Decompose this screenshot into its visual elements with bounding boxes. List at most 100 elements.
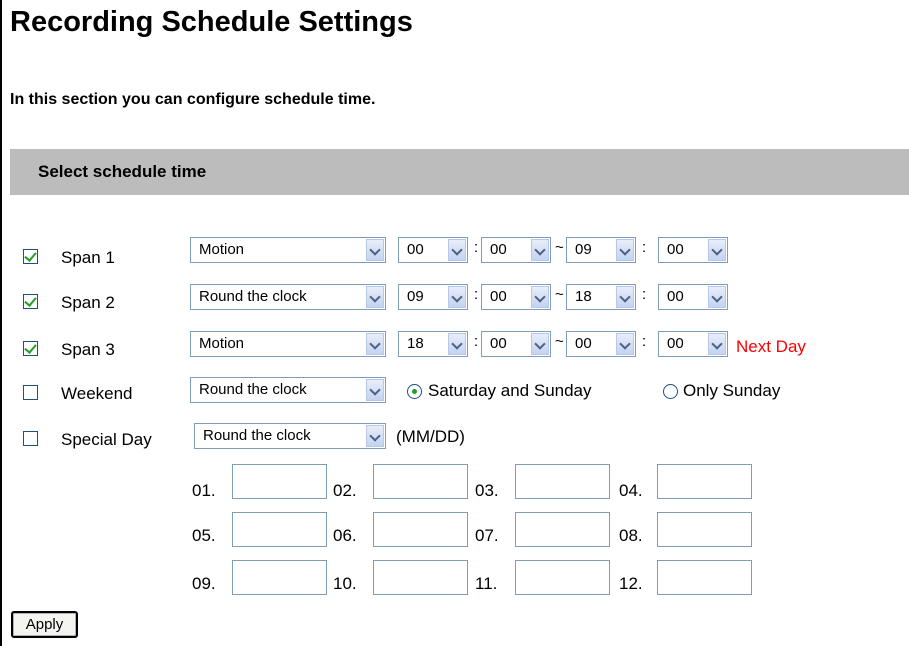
span-1-start-hour-value: 00 — [407, 241, 424, 258]
day-label-04: 04. — [619, 481, 643, 500]
day-label-05: 05. — [192, 526, 216, 545]
special-day-mode-value: Round the clock — [203, 427, 311, 444]
span-3-start-hour-value: 18 — [407, 335, 424, 352]
section-title: Select schedule time — [38, 162, 207, 181]
weekend-mode-select[interactable]: Round the clock — [190, 377, 386, 403]
span-1-checkbox[interactable] — [23, 249, 38, 264]
date-format-hint: (MM/DD) — [396, 427, 465, 446]
day-label-02: 02. — [333, 481, 357, 500]
span-1-end-min-value: 00 — [667, 241, 684, 258]
span-2-label: Span 2 — [61, 293, 115, 312]
intro-text: In this section you can configure schedu… — [10, 91, 376, 108]
tilde-separator: ~ — [555, 333, 564, 350]
page-left-border — [0, 0, 2, 646]
span-2-mode-value: Round the clock — [199, 288, 307, 305]
special-day-checkbox[interactable] — [23, 431, 38, 446]
special-day-label: Special Day — [61, 430, 152, 449]
day-input-05[interactable] — [232, 512, 327, 547]
span-1-end-min-select[interactable]: 00 — [658, 237, 728, 263]
chevron-down-icon — [366, 333, 384, 355]
radio-saturday-sunday[interactable] — [407, 384, 422, 399]
radio-only-sunday[interactable] — [663, 384, 678, 399]
chevron-down-icon — [366, 286, 384, 308]
span-2-start-min-value: 00 — [490, 288, 507, 305]
chevron-down-icon — [366, 379, 384, 401]
span-2-start-min-select[interactable]: 00 — [481, 284, 551, 310]
weekend-label: Weekend — [61, 384, 133, 403]
span-1-start-hour-select[interactable]: 00 — [398, 237, 468, 263]
span-3-start-min-select[interactable]: 00 — [481, 331, 551, 357]
span-2-start-hour-select[interactable]: 09 — [398, 284, 468, 310]
chevron-down-icon — [366, 425, 384, 447]
span-3-checkbox[interactable] — [23, 341, 38, 356]
day-label-03: 03. — [475, 481, 499, 500]
weekend-mode-value: Round the clock — [199, 381, 307, 398]
day-label-09: 09. — [192, 574, 216, 593]
day-input-10[interactable] — [373, 560, 468, 595]
radio-only-sunday-label: Only Sunday — [683, 381, 781, 400]
chevron-down-icon — [531, 286, 549, 308]
day-input-11[interactable] — [515, 560, 610, 595]
chevron-down-icon — [616, 286, 634, 308]
day-label-01: 01. — [192, 481, 216, 500]
span-1-mode-value: Motion — [199, 241, 245, 258]
day-label-06: 06. — [333, 526, 357, 545]
colon-separator: : — [474, 333, 479, 350]
colon-separator: : — [474, 239, 479, 256]
chevron-down-icon — [531, 333, 549, 355]
span-1-end-hour-value: 09 — [575, 241, 592, 258]
span-2-end-min-value: 00 — [667, 288, 684, 305]
chevron-down-icon — [531, 239, 549, 261]
span-1-start-min-select[interactable]: 00 — [481, 237, 551, 263]
radio-saturday-sunday-label: Saturday and Sunday — [428, 381, 592, 400]
day-label-10: 10. — [333, 574, 357, 593]
span-1-end-hour-select[interactable]: 09 — [566, 237, 636, 263]
day-input-07[interactable] — [515, 512, 610, 547]
colon-separator: : — [474, 286, 479, 303]
chevron-down-icon — [616, 333, 634, 355]
day-input-09[interactable] — [232, 560, 327, 595]
chevron-down-icon — [708, 239, 726, 261]
day-label-11: 11. — [475, 574, 498, 593]
span-2-mode-select[interactable]: Round the clock — [190, 284, 386, 310]
colon-separator: : — [642, 333, 647, 350]
chevron-down-icon — [616, 239, 634, 261]
special-day-mode-select[interactable]: Round the clock — [194, 423, 386, 449]
chevron-down-icon — [448, 333, 466, 355]
chevron-down-icon — [366, 239, 384, 261]
span-2-start-hour-value: 09 — [407, 288, 424, 305]
span-3-mode-select[interactable]: Motion — [190, 331, 386, 357]
day-input-08[interactable] — [657, 512, 752, 547]
day-input-04[interactable] — [657, 464, 752, 499]
span-1-mode-select[interactable]: Motion — [190, 237, 386, 263]
span-2-end-hour-select[interactable]: 18 — [566, 284, 636, 310]
day-input-02[interactable] — [373, 464, 468, 499]
day-label-12: 12. — [619, 574, 643, 593]
weekend-checkbox[interactable] — [23, 385, 38, 400]
span-2-checkbox[interactable] — [23, 294, 38, 309]
colon-separator: : — [642, 286, 647, 303]
span-3-end-min-select[interactable]: 00 — [658, 331, 728, 357]
chevron-down-icon — [448, 239, 466, 261]
tilde-separator: ~ — [555, 239, 564, 256]
apply-button[interactable]: Apply — [11, 611, 78, 638]
chevron-down-icon — [708, 333, 726, 355]
page-title: Recording Schedule Settings — [10, 6, 413, 38]
span-3-start-hour-select[interactable]: 18 — [398, 331, 468, 357]
span-2-end-hour-value: 18 — [575, 288, 592, 305]
span-3-end-hour-value: 00 — [575, 335, 592, 352]
span-1-label: Span 1 — [61, 248, 115, 267]
day-input-12[interactable] — [657, 560, 752, 595]
day-input-03[interactable] — [515, 464, 610, 499]
next-day-note: Next Day — [736, 337, 806, 356]
tilde-separator: ~ — [555, 286, 564, 303]
chevron-down-icon — [708, 286, 726, 308]
chevron-down-icon — [448, 286, 466, 308]
span-3-end-hour-select[interactable]: 00 — [566, 331, 636, 357]
span-3-mode-value: Motion — [199, 335, 245, 352]
span-2-end-min-select[interactable]: 00 — [658, 284, 728, 310]
day-input-06[interactable] — [373, 512, 468, 547]
day-label-08: 08. — [619, 526, 643, 545]
day-input-01[interactable] — [232, 464, 327, 499]
span-1-start-min-value: 00 — [490, 241, 507, 258]
